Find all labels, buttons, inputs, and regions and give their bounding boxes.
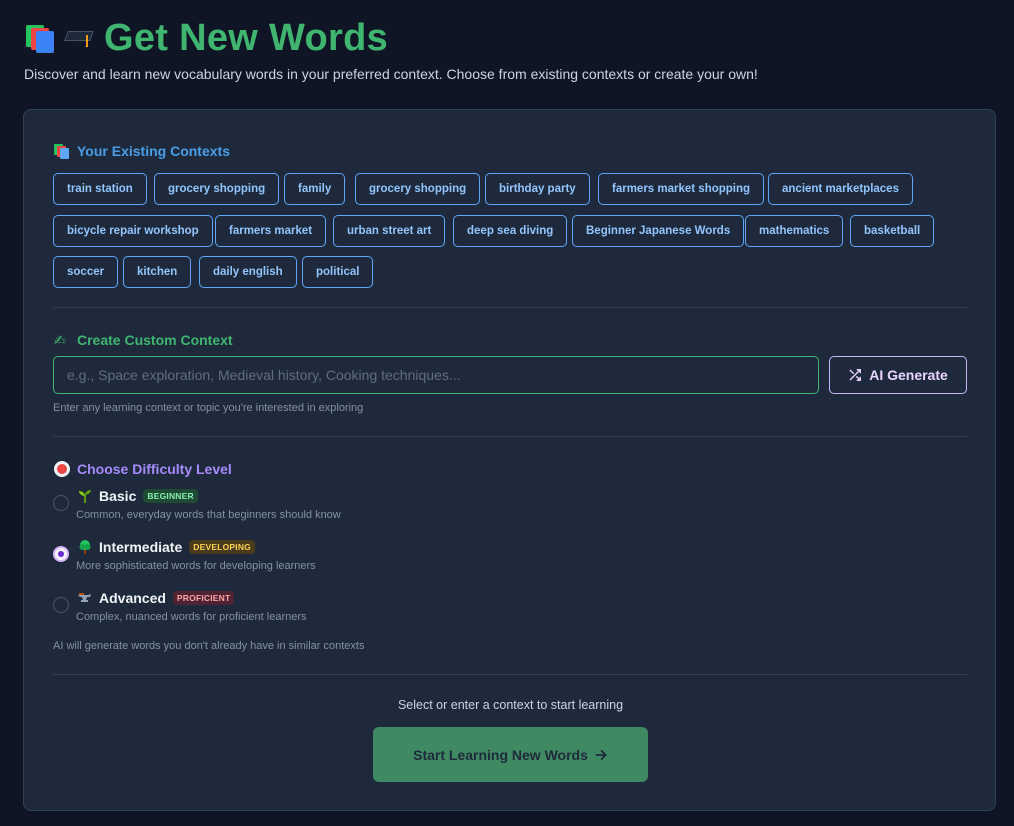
context-chip[interactable]: deep sea diving — [453, 215, 568, 247]
context-chip[interactable]: political — [302, 256, 374, 288]
level-badge: BEGINNER — [143, 489, 198, 503]
custom-context-input[interactable] — [53, 356, 819, 394]
writing-hand-icon: ✍ — [54, 332, 66, 348]
context-chip[interactable]: grocery shopping — [355, 173, 481, 205]
difficulty-note: AI will generate words you don't already… — [53, 640, 365, 652]
option-name: Intermediate — [99, 539, 183, 555]
page-title: Get New Words — [104, 16, 389, 59]
option-name: Advanced — [99, 590, 166, 606]
context-chip[interactable]: family — [284, 173, 346, 205]
anvil-icon — [77, 590, 93, 606]
page-header: Get New Words Discover and learn new voc… — [24, 16, 994, 83]
custom-context-hint: Enter any learning context or topic you'… — [53, 402, 364, 414]
context-chip[interactable]: farmers market — [215, 215, 327, 247]
radio-advanced[interactable] — [53, 597, 69, 613]
level-badge: PROFICIENT — [172, 591, 235, 605]
context-chip[interactable]: train station — [53, 173, 147, 205]
custom-context-label: Create Custom Context — [77, 332, 233, 348]
divider — [53, 674, 967, 675]
start-learning-button[interactable]: Start Learning New Words — [373, 727, 648, 782]
existing-contexts-heading: Your Existing Contexts — [54, 143, 230, 159]
page-subtitle: Discover and learn new vocabulary words … — [24, 66, 758, 82]
target-icon — [54, 461, 70, 477]
context-chip[interactable]: ancient marketplaces — [768, 173, 913, 205]
radio-intermediate[interactable] — [53, 546, 69, 562]
context-chip[interactable]: daily english — [199, 256, 297, 288]
level-badge: DEVELOPING — [189, 540, 255, 554]
custom-context-heading: ✍ Create Custom Context — [54, 332, 233, 348]
context-chip[interactable]: kitchen — [123, 256, 192, 288]
context-chip[interactable]: soccer — [53, 256, 119, 288]
divider — [53, 307, 967, 308]
context-chip[interactable]: urban street art — [333, 215, 446, 247]
option-name: Basic — [99, 488, 137, 504]
shuffle-icon — [848, 368, 862, 382]
tree-icon — [77, 539, 93, 555]
difficulty-label: Choose Difficulty Level — [77, 461, 232, 477]
ai-generate-label: AI Generate — [869, 367, 948, 383]
context-chip[interactable]: Beginner Japanese Words — [572, 215, 745, 247]
difficulty-heading: Choose Difficulty Level — [54, 461, 232, 477]
context-chip[interactable]: mathematics — [745, 215, 844, 247]
context-chip[interactable]: birthday party — [485, 173, 590, 205]
radio-basic[interactable] — [53, 495, 69, 511]
arrow-right-icon — [594, 748, 608, 762]
option-description: Common, everyday words that beginners sh… — [76, 509, 341, 521]
ai-generate-button[interactable]: AI Generate — [829, 356, 967, 394]
graduation-cap-icon — [64, 25, 94, 51]
context-chip[interactable]: basketball — [850, 215, 935, 247]
seedling-icon — [77, 488, 93, 504]
context-chip[interactable]: farmers market shopping — [598, 173, 765, 205]
context-chip[interactable]: grocery shopping — [154, 173, 280, 205]
books-icon — [26, 23, 56, 53]
divider — [53, 436, 967, 437]
start-learning-label: Start Learning New Words — [413, 746, 588, 763]
existing-contexts-label: Your Existing Contexts — [77, 143, 230, 159]
context-chip[interactable]: bicycle repair workshop — [53, 215, 213, 247]
new-words-card: Your Existing Contexts train station gro… — [23, 109, 996, 811]
cta-prompt: Select or enter a context to start learn… — [397, 698, 624, 712]
option-description: More sophisticated words for developing … — [76, 560, 316, 572]
option-description: Complex, nuanced words for proficient le… — [76, 611, 307, 623]
books-icon — [54, 143, 70, 159]
